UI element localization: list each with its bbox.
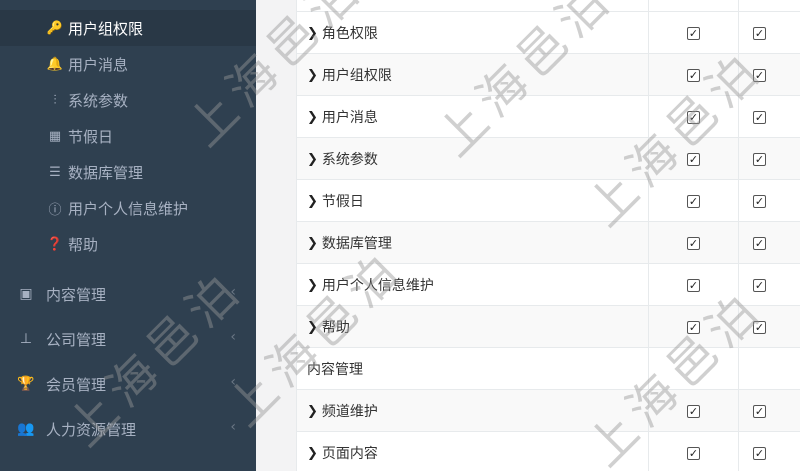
- checkbox[interactable]: ✓: [687, 26, 700, 40]
- checkbox[interactable]: ✓: [753, 152, 766, 166]
- info-icon: ⓘ: [48, 202, 62, 218]
- sidebar-module-content[interactable]: ▣ 内容管理 ‹: [0, 272, 256, 316]
- sidebar-module-label: 人力资源管理: [46, 420, 137, 439]
- sidebar-item-holidays[interactable]: ▦ 节假日: [0, 118, 256, 154]
- sidebar-item-label: 数据库管理: [68, 163, 144, 182]
- checkbox[interactable]: ✓: [687, 236, 700, 250]
- sliders-icon: ⫶: [53, 92, 57, 108]
- sidebar-module-members[interactable]: 🏆 会员管理 ‹: [0, 362, 256, 406]
- sidebar-module-label: 内容管理: [46, 285, 107, 304]
- chevron-right-icon: ❯: [307, 151, 318, 167]
- checkbox[interactable]: ✓: [687, 404, 700, 418]
- checkbox[interactable]: ✓: [753, 68, 766, 82]
- row-label: 用户组权限: [321, 68, 392, 84]
- sidebar-item-label: 节假日: [68, 127, 114, 146]
- table-row: ❯ 系统参数 ✓ ✓: [297, 138, 800, 180]
- row-label: 系统参数: [321, 152, 378, 168]
- sidebar-item-label: 用户个人信息维护: [68, 199, 189, 218]
- row-label: 角色权限: [321, 26, 378, 42]
- chevron-right-icon: ❯: [307, 109, 318, 125]
- sidebar-item-help[interactable]: ❓ 帮助: [0, 226, 256, 262]
- checkbox[interactable]: ✓: [687, 68, 700, 82]
- sidebar-module-company[interactable]: ⊥ 公司管理 ‹: [0, 317, 256, 361]
- table-row: ❯ 用户个人信息维护 ✓ ✓: [297, 264, 800, 306]
- table-row-partial: [297, 0, 800, 12]
- sidebar-item-label: 用户组权限: [68, 19, 144, 38]
- chevron-right-icon: ❯: [307, 235, 318, 251]
- table-row: ❯ 帮助 ✓ ✓: [297, 306, 800, 348]
- sitemap-icon: ⊥: [19, 331, 33, 347]
- chevron-right-icon: ❯: [307, 193, 318, 209]
- table-group-row: 内容管理: [297, 348, 800, 390]
- sidebar-item-system-params[interactable]: ⫶ 系统参数: [0, 82, 256, 118]
- checkbox[interactable]: ✓: [753, 446, 766, 460]
- chevron-left-icon: ‹: [230, 284, 236, 300]
- chevron-right-icon: ❯: [307, 277, 318, 293]
- sidebar-module-label: 会员管理: [46, 375, 107, 394]
- row-label: 用户消息: [321, 110, 378, 126]
- chevron-left-icon: ‹: [230, 419, 236, 435]
- row-label: 节假日: [321, 194, 364, 210]
- row-label: 用户个人信息维护: [321, 278, 434, 294]
- sidebar-item-label: 系统参数: [68, 91, 129, 110]
- database-icon: ☰: [49, 164, 61, 180]
- question-icon: ❓: [46, 236, 64, 252]
- sidebar-item-personal-info[interactable]: ⓘ 用户个人信息维护: [0, 190, 256, 226]
- sidebar-module-hr[interactable]: 👥 人力资源管理 ‹: [0, 407, 256, 451]
- chevron-right-icon: ❯: [307, 67, 318, 83]
- table-row: ❯ 频道维护 ✓ ✓: [297, 390, 800, 432]
- sidebar-item-user-messages[interactable]: 🔔 用户消息: [0, 46, 256, 82]
- chevron-left-icon: ‹: [230, 374, 236, 390]
- chevron-right-icon: ❯: [307, 445, 318, 461]
- checkbox[interactable]: ✓: [687, 278, 700, 292]
- table-row: ❯ 节假日 ✓ ✓: [297, 180, 800, 222]
- sidebar-item-user-group-permissions[interactable]: 🔑 用户组权限: [0, 10, 256, 46]
- row-label: 数据库管理: [321, 236, 392, 252]
- chevron-right-icon: ❯: [307, 403, 318, 419]
- row-label: 频道维护: [321, 404, 378, 420]
- calendar-icon: ▦: [48, 128, 62, 144]
- sidebar-item-label: 用户消息: [68, 55, 129, 74]
- row-label: 帮助: [321, 320, 350, 336]
- users-icon: 👥: [17, 421, 35, 437]
- checkbox[interactable]: ✓: [753, 110, 766, 124]
- trophy-icon: 🏆: [17, 376, 35, 392]
- checkbox[interactable]: ✓: [753, 26, 766, 40]
- checkbox[interactable]: ✓: [687, 320, 700, 334]
- table-row: ❯ 用户消息 ✓ ✓: [297, 96, 800, 138]
- sidebar-module-label: 公司管理: [46, 330, 107, 349]
- table-row: ❯ 页面内容 ✓ ✓: [297, 432, 800, 471]
- chevron-right-icon: ❯: [307, 25, 318, 41]
- chevron-left-icon: ‹: [230, 329, 236, 345]
- content-icon: ▣: [19, 286, 33, 302]
- sidebar-item-database[interactable]: ☰ 数据库管理: [0, 154, 256, 190]
- table-row: ❯ 用户组权限 ✓ ✓: [297, 54, 800, 96]
- main-content: ❯ 角色权限 ✓ ✓ ❯ 用户组权限 ✓ ✓ ❯ 用户消息 ✓ ✓ ❯ 系统参数 ✓ ✓…: [256, 0, 800, 471]
- checkbox[interactable]: ✓: [687, 152, 700, 166]
- checkbox[interactable]: ✓: [687, 110, 700, 124]
- bell-icon: 🔔: [46, 56, 64, 72]
- group-label: 内容管理: [307, 362, 363, 378]
- sidebar-item-label: 帮助: [68, 235, 99, 254]
- checkbox[interactable]: ✓: [753, 404, 766, 418]
- row-label: 页面内容: [321, 446, 378, 462]
- checkbox[interactable]: ✓: [687, 194, 700, 208]
- sidebar: 🔑 用户组权限 🔔 用户消息 ⫶ 系统参数 ▦ 节假日 ☰ 数据库管理 ⓘ 用户…: [0, 0, 256, 471]
- checkbox[interactable]: ✓: [687, 446, 700, 460]
- table-row: ❯ 数据库管理 ✓ ✓: [297, 222, 800, 264]
- chevron-right-icon: ❯: [307, 319, 318, 335]
- table-row: ❯ 角色权限 ✓ ✓: [297, 12, 800, 54]
- checkbox[interactable]: ✓: [753, 236, 766, 250]
- checkbox[interactable]: ✓: [753, 320, 766, 334]
- permission-table: ❯ 角色权限 ✓ ✓ ❯ 用户组权限 ✓ ✓ ❯ 用户消息 ✓ ✓ ❯ 系统参数 ✓ ✓…: [296, 0, 800, 471]
- checkbox[interactable]: ✓: [753, 278, 766, 292]
- key-icon: 🔑: [46, 20, 64, 36]
- checkbox[interactable]: ✓: [753, 194, 766, 208]
